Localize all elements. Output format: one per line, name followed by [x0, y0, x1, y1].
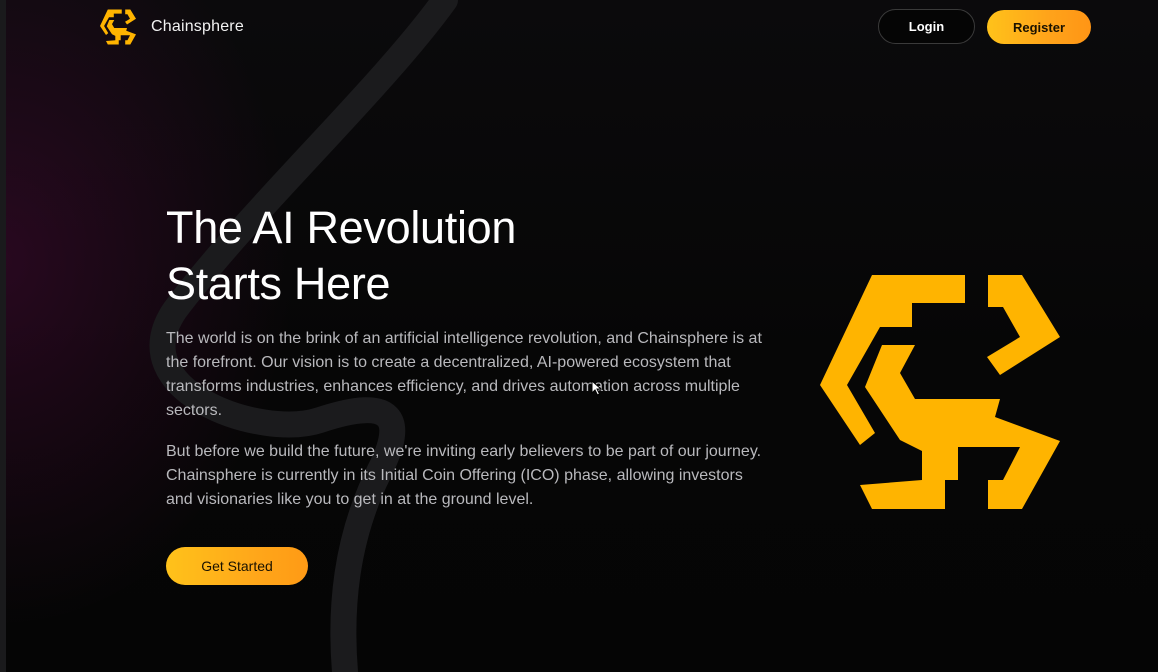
- login-button[interactable]: Login: [878, 9, 975, 44]
- brand[interactable]: Chainsphere: [100, 8, 244, 46]
- mouse-cursor-icon: [591, 380, 603, 396]
- hero-title-line2: Starts Here: [166, 258, 391, 309]
- window-edge: [0, 0, 6, 672]
- chainsphere-logo-icon: [820, 275, 1060, 509]
- hero-paragraph-ico: But before we build the future, we're in…: [166, 443, 762, 508]
- landing-page: Chainsphere Login Register The AI Revolu…: [0, 0, 1158, 672]
- brand-name: Chainsphere: [151, 18, 244, 35]
- hero-paragraph-vision: The world is on the brink of an artifici…: [166, 330, 762, 419]
- get-started-button[interactable]: Get Started: [166, 547, 308, 585]
- chainsphere-logo-icon: [100, 9, 136, 45]
- register-button[interactable]: Register: [987, 10, 1091, 44]
- hero-title-line1: The AI Revolution: [166, 202, 517, 253]
- hero-title: The AI Revolution Starts Here: [166, 200, 686, 312]
